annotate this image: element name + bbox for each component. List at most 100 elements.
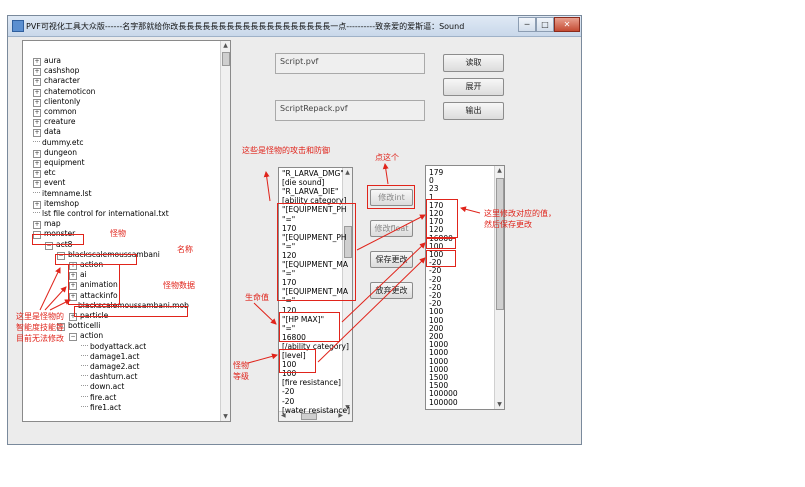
tree-item[interactable]: dummy.etc <box>33 138 84 148</box>
tree-item[interactable]: lst file control for international.txt <box>33 209 169 219</box>
annotation-ai-note-2: 智能度技能等 <box>16 323 64 332</box>
script-line[interactable]: "R_LARVA_DIE" <box>282 187 338 196</box>
tree-item-label: equipment <box>44 158 85 167</box>
close-button[interactable]: ✕ <box>554 17 580 32</box>
tree-item[interactable]: + dungeon <box>33 148 77 158</box>
script-path-field[interactable]: Script.pvf <box>275 53 425 74</box>
tree-scrollbar[interactable]: ▲ ▼ <box>220 41 230 421</box>
expand-icon[interactable]: + <box>33 58 41 66</box>
discard-changes-button[interactable]: 放弃更改 <box>370 282 413 299</box>
save-changes-button[interactable]: 保存更改 <box>370 251 413 268</box>
tree-item[interactable]: + cashshop <box>33 66 79 77</box>
scroll-thumb[interactable] <box>222 52 230 66</box>
expand-icon[interactable]: + <box>33 149 41 158</box>
tree-item-label: itemshop <box>44 198 79 208</box>
tree-item[interactable]: fire.act <box>81 393 116 403</box>
tree-item[interactable]: + equipment <box>33 158 85 168</box>
tree-item[interactable]: + data <box>33 127 61 138</box>
tree-item[interactable]: − action <box>69 331 103 342</box>
tree-item[interactable]: damage2.act <box>81 362 139 372</box>
tree-item[interactable]: + chatemoticon <box>33 87 95 97</box>
scroll-thumb[interactable] <box>496 178 504 310</box>
expand-icon[interactable]: + <box>33 78 41 87</box>
annotation-ai-note-3: 目前无法修改 <box>16 334 64 343</box>
script-line[interactable]: -20 <box>282 387 294 396</box>
scroll-up-icon[interactable]: ▲ <box>221 41 230 50</box>
modify-float-button[interactable]: 修改float <box>370 220 413 237</box>
tree-item[interactable]: + clientonly <box>33 97 80 107</box>
expand-icon[interactable]: + <box>33 221 41 230</box>
expand-icon[interactable]: + <box>33 200 41 209</box>
expand-icon[interactable]: + <box>33 109 41 117</box>
expand-icon[interactable]: + <box>33 170 41 179</box>
tree-item[interactable]: + common <box>33 107 77 117</box>
highlight-modify-int <box>367 185 415 209</box>
tree-item[interactable]: + itemshop <box>33 199 79 209</box>
tree-item-label: dungeon <box>44 147 77 157</box>
expand-icon[interactable]: + <box>33 180 41 189</box>
tree-connector-icon <box>33 212 40 213</box>
title-bar: PVF可视化工具大众版------名字那就给你改長長長長長長長長長長長長長長長長… <box>8 16 581 37</box>
tree-item[interactable]: bodyattack.act <box>81 342 146 352</box>
scroll-up-icon[interactable]: ▲ <box>495 166 504 175</box>
annotation-hp: 生命值 <box>245 293 269 302</box>
expand-icon[interactable]: + <box>33 68 41 77</box>
file-tree[interactable]: ▲ ▼ + aura + cashshop + character + chatemotico… <box>22 40 231 422</box>
repack-path-field[interactable]: ScriptRepack.pvf <box>275 100 425 121</box>
expand-icon[interactable]: + <box>33 119 41 128</box>
tree-item-label: lst file control for international.txt <box>42 209 169 218</box>
tree-item[interactable]: + character <box>33 76 80 87</box>
tree-item[interactable]: dashturn.act <box>81 372 137 382</box>
annotation-monster: 怪物 <box>110 229 126 238</box>
expand-icon[interactable]: + <box>33 129 41 138</box>
tree-item-label: down.act <box>90 382 125 392</box>
read-button[interactable]: 读取 <box>443 54 504 72</box>
tree-item-label: etc <box>44 168 56 178</box>
tree-connector-icon <box>81 405 88 407</box>
tree-item[interactable]: + creature <box>33 117 75 128</box>
annotation-modify-note-1: 这里修改对应的值， <box>484 209 556 218</box>
tree-item-label: fire1.act <box>90 402 122 412</box>
script-line[interactable]: [water resistance] <box>282 406 350 415</box>
tree-item-label: fire.act <box>90 392 117 402</box>
tree-item[interactable]: + event <box>33 178 65 189</box>
highlight-subfolders <box>68 264 120 305</box>
highlight-values-attack <box>426 199 458 238</box>
export-button[interactable]: 输出 <box>443 102 504 120</box>
tree-item[interactable]: damage1.act <box>81 352 139 362</box>
highlight-monster <box>32 234 84 245</box>
tree-item[interactable]: + etc <box>33 168 56 179</box>
tree-item-label: common <box>44 107 77 116</box>
tree-item[interactable]: + aura <box>33 56 61 66</box>
tree-item-label: damage2.act <box>90 362 140 371</box>
tree-connector-icon <box>33 140 40 142</box>
minimize-button[interactable]: ─ <box>518 17 536 32</box>
script-line[interactable]: [die sound] <box>282 178 324 187</box>
script-line[interactable]: -20 <box>282 397 294 406</box>
tree-item-label: dummy.etc <box>42 137 84 147</box>
tree-item[interactable]: itemname.lst <box>33 189 92 199</box>
tree-item[interactable]: fire1.act <box>81 403 121 413</box>
expand-icon[interactable]: + <box>33 88 41 97</box>
tree-item[interactable]: + map <box>33 219 61 230</box>
script-line[interactable]: [fire resistance] <box>282 378 341 387</box>
expand-icon[interactable]: + <box>33 160 41 168</box>
value-line[interactable]: 100000 <box>429 398 458 407</box>
expand-button[interactable]: 展开 <box>443 78 504 96</box>
tree-item[interactable]: down.act <box>81 382 124 392</box>
maximize-button[interactable]: □ <box>536 17 554 32</box>
annotation-modify-note-2: 然后保存更改 <box>484 220 532 229</box>
script-line[interactable]: "R_LARVA_DMG" <box>282 169 344 178</box>
expand-icon[interactable]: + <box>33 98 41 107</box>
value-list-scrollbar[interactable]: ▲ ▼ <box>494 166 504 409</box>
collapse-icon[interactable]: − <box>69 333 77 342</box>
annotation-attack-defense: 这些是怪物的攻击和防御 <box>242 146 330 155</box>
scroll-up-icon[interactable]: ▲ <box>343 168 352 177</box>
scroll-down-icon[interactable]: ▼ <box>221 412 230 421</box>
tree-item-label: bodyattack.act <box>90 341 147 351</box>
tree-connector-icon <box>81 385 88 387</box>
scroll-down-icon[interactable]: ▼ <box>495 400 504 409</box>
tree-item-label: dashturn.act <box>90 372 138 382</box>
tree-item-label: botticelli <box>68 321 101 331</box>
tree-item-label: map <box>44 219 61 229</box>
